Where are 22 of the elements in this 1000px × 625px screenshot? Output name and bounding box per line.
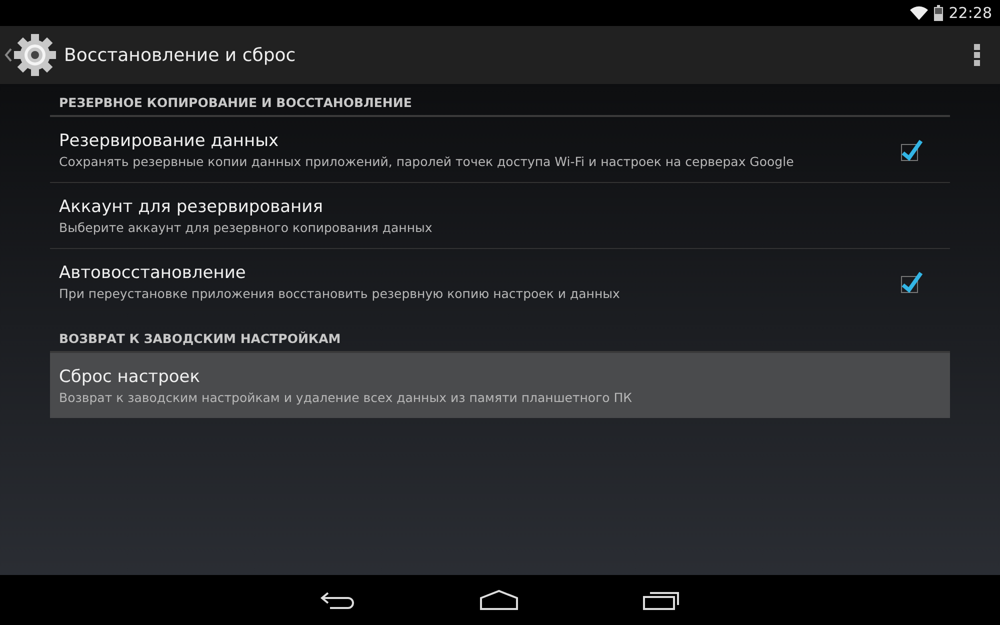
section-header: РЕЗЕРВНОЕ КОПИРОВАНИЕ И ВОССТАНОВЛЕНИЕ	[50, 92, 950, 117]
item-title: Резервирование данных	[59, 130, 280, 150]
screen-title: Восстановление и сброс	[64, 44, 297, 66]
back-caret-icon[interactable]	[4, 48, 12, 62]
settings-item[interactable]: Аккаунт для резервирования Выберите аккаунт для резервного копирования данных	[50, 183, 950, 249]
item-title: Сброс настроек	[59, 366, 201, 386]
overflow-menu-icon[interactable]	[974, 44, 980, 66]
item-summary: Выберите аккаунт для резервного копирования данных	[59, 220, 434, 234]
item-title: Аккаунт для резервирования	[59, 196, 324, 216]
clock-time: 22:28	[948, 4, 992, 22]
item-summary: При переустановке приложения восстановить резервную копию настроек и данных	[59, 286, 621, 300]
settings-item[interactable]: Резервирование данных Сохранять резервные копии данных приложений, паролей точек доступа Wi-Fi и настроек на серверах Google	[50, 117, 950, 183]
item-title: Автовосстановление	[59, 262, 247, 282]
battery-icon	[934, 5, 943, 21]
wifi-icon	[910, 6, 928, 20]
settings-icon	[12, 32, 58, 78]
item-summary: Возврат к заводским настройкам и удаление всех данных из памяти планшетного ПК	[59, 390, 634, 404]
item-summary: Сохранять резервные копии данных приложений, паролей точек доступа Wi-Fi и настроек на серверах Google	[59, 154, 795, 168]
settings-item[interactable]: Сброс настроек Возврат к заводским настройкам и удаление всех данных из памяти планшетного ПК	[50, 353, 950, 418]
checkbox[interactable]	[899, 138, 923, 162]
settings-item[interactable]: Автовосстановление При переустановке приложения восстановить резервную копию настроек и данных	[50, 249, 950, 314]
checkbox[interactable]	[899, 270, 923, 294]
